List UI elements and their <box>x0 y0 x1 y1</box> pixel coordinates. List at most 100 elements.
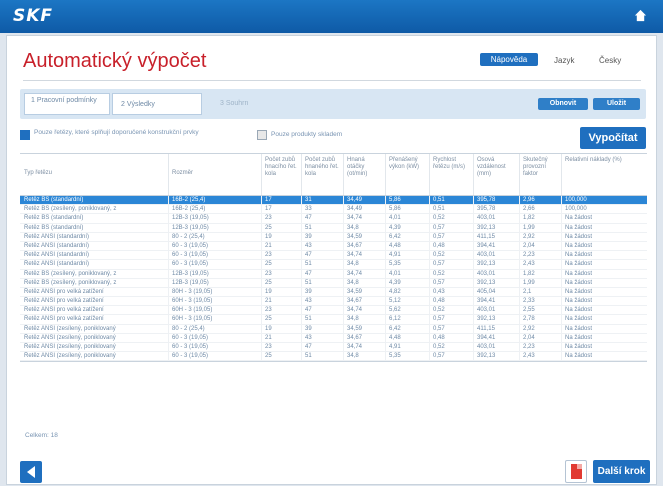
col-chain-type[interactable]: Typ řetězu <box>20 154 168 195</box>
col-driven-speed[interactable]: Hnaná otáčky (ot/min) <box>343 154 385 195</box>
table-cell: 1,82 <box>519 214 561 223</box>
table-cell: 392,13 <box>473 223 519 232</box>
help-button[interactable]: Nápověda <box>480 53 538 66</box>
table-cell: Na žádost <box>561 287 647 297</box>
table-row[interactable]: Řetěz BS (zesílený, poniklovaný, z 12B-3 … <box>20 278 647 288</box>
table-cell: 34,8 <box>343 223 385 232</box>
col-center-distance[interactable]: Osová vzdálenost (mm) <box>473 154 519 195</box>
refresh-button[interactable]: Obnovit <box>538 98 588 110</box>
table-cell: 4,48 <box>385 333 429 342</box>
table-cell: 411,15 <box>473 232 519 241</box>
wizard-step-results[interactable]: 2 Výsledky <box>112 93 202 115</box>
pdf-icon[interactable] <box>565 460 587 483</box>
table-cell: 34,74 <box>343 306 385 315</box>
language-label[interactable]: Jazyk <box>554 56 574 65</box>
table-cell: 5,86 <box>385 205 429 214</box>
table-cell: 60 - 3 (19,05) <box>168 352 261 361</box>
col-service-factor[interactable]: Skutečný provozní faktor <box>519 154 561 195</box>
table-cell: 34,49 <box>343 196 385 205</box>
table-cell: 394,41 <box>473 333 519 342</box>
results-table: Typ řetězu Rozměr Počet zubů hnacího řet… <box>20 153 647 363</box>
col-driver-teeth[interactable]: Počet zubů hnacího řet. kola <box>261 154 301 195</box>
table-row[interactable]: Řetěz ANSI (standardní) 60 - 3 (19,05) 23 4… <box>20 251 647 261</box>
table-cell: 34,49 <box>343 205 385 214</box>
table-row[interactable]: Řetěz ANSI (standardní) 80 - 2 (25,4) 19 39… <box>20 232 647 242</box>
table-cell: Na žádost <box>561 306 647 315</box>
col-relative-cost[interactable]: Relativní náklady (%) <box>561 154 647 195</box>
table-cell: 4,82 <box>385 287 429 297</box>
col-size[interactable]: Rozměr <box>168 154 261 195</box>
table-cell: 21 <box>261 333 301 342</box>
table-cell: Na žádost <box>561 297 647 306</box>
table-cell: 0,48 <box>429 333 473 342</box>
table-cell: 34,74 <box>343 251 385 260</box>
table-row[interactable]: Řetěz ANSI (zesílený, poniklovaný 60 - 3 … <box>20 333 647 343</box>
table-row[interactable]: Řetěz ANSI (zesílený, poniklovaný 60 - 3 … <box>20 352 647 362</box>
home-icon[interactable] <box>634 9 647 22</box>
table-cell: 411,15 <box>473 324 519 333</box>
table-row[interactable]: Řetěz BS (zesílený, poniklovaný, z 12B-3 … <box>20 269 647 279</box>
table-row[interactable]: Řetěz ANSI pro velká zatížení 80H - 3 (19… <box>20 287 647 298</box>
save-button[interactable]: Uložit <box>593 98 640 110</box>
table-cell: 6,42 <box>385 324 429 333</box>
table-cell: 0,51 <box>429 196 473 205</box>
calculate-button[interactable]: Vypočítat <box>580 127 646 149</box>
table-cell: 47 <box>301 343 343 352</box>
table-row[interactable]: Řetěz ANSI pro velká zatížení 60H - 3 (19… <box>20 306 647 316</box>
table-cell: 0,52 <box>429 214 473 223</box>
table-cell: 6,42 <box>385 232 429 241</box>
table-cell: 51 <box>301 223 343 232</box>
table-row[interactable]: Řetěz ANSI pro velká zatížení 60H - 3 (19… <box>20 315 647 325</box>
table-cell: 2,43 <box>519 352 561 361</box>
in-stock-checkbox[interactable] <box>257 130 267 140</box>
table-row[interactable]: Řetěz BS (zesílený, poniklovaný, z 16B-2 … <box>20 205 647 215</box>
table-row[interactable]: Řetěz BS (standardní) 12B-3 (19,05) 25 51 34… <box>20 223 647 233</box>
table-cell: 394,41 <box>473 241 519 251</box>
table-cell: Na žádost <box>561 260 647 269</box>
table-cell: 2,04 <box>519 241 561 251</box>
table-cell: 5,12 <box>385 297 429 306</box>
col-power[interactable]: Přenášený výkon (kW) <box>385 154 429 195</box>
table-cell: 5,62 <box>385 306 429 315</box>
table-cell: 34,74 <box>343 343 385 352</box>
language-czech[interactable]: Česky <box>599 56 621 65</box>
table-row[interactable]: Řetěz BS (standardní) 16B-2 (25,4) 17 31 34,… <box>20 196 647 206</box>
table-row[interactable]: Řetěz ANSI (zesílený, poniklovaný 80 - 2 … <box>20 324 647 334</box>
table-cell: 4,91 <box>385 343 429 352</box>
recommended-design-checkbox[interactable] <box>20 130 30 140</box>
col-chain-speed[interactable]: Rychlost řetězu (m/s) <box>429 154 473 195</box>
table-cell: 34,67 <box>343 333 385 342</box>
table-cell: 392,13 <box>473 315 519 324</box>
wizard-step-summary[interactable]: 3 Souhrn <box>212 93 272 115</box>
table-cell: 25 <box>261 315 301 324</box>
table-cell: 1,82 <box>519 269 561 278</box>
table-cell: 4,39 <box>385 223 429 232</box>
table-cell: 33 <box>301 205 343 214</box>
table-cell: 43 <box>301 241 343 251</box>
table-row[interactable]: Řetěz ANSI (zesílený, poniklovaný 60 - 3 … <box>20 343 647 353</box>
table-cell: 51 <box>301 260 343 269</box>
table-cell: 4,48 <box>385 241 429 251</box>
table-row[interactable]: Řetěz ANSI (standardní) 60 - 3 (19,05) 21 4… <box>20 241 647 252</box>
table-cell: Na žádost <box>561 214 647 223</box>
wizard-step-conditions[interactable]: 1 Pracovní podmínky <box>24 93 110 115</box>
table-row[interactable]: Řetěz ANSI (standardní) 60 - 3 (19,05) 25 5… <box>20 260 647 270</box>
table-cell: 2,96 <box>519 196 561 205</box>
table-cell: 16B-2 (25,4) <box>168 196 261 205</box>
table-cell: 34,67 <box>343 241 385 251</box>
table-cell: 2,23 <box>519 251 561 260</box>
table-cell: 4,91 <box>385 251 429 260</box>
next-step-button[interactable]: Další krok <box>593 460 650 483</box>
back-button[interactable] <box>20 461 42 483</box>
table-cell: 19 <box>261 324 301 333</box>
table-cell: Na žádost <box>561 269 647 278</box>
table-cell: 2,43 <box>519 260 561 269</box>
col-driven-teeth[interactable]: Počet zubů hnaného řet. kola <box>301 154 343 195</box>
table-cell: 60 - 3 (19,05) <box>168 343 261 352</box>
table-cell: Řetěz BS (standardní) <box>24 215 84 222</box>
table-cell: 0,57 <box>429 352 473 361</box>
table-row[interactable]: Řetěz ANSI pro velká zatížení 60H - 3 (19… <box>20 297 647 307</box>
table-cell: Na žádost <box>561 333 647 342</box>
table-row[interactable]: Řetěz BS (standardní) 12B-3 (19,05) 23 47 34… <box>20 214 647 224</box>
table-cell: 21 <box>261 297 301 306</box>
